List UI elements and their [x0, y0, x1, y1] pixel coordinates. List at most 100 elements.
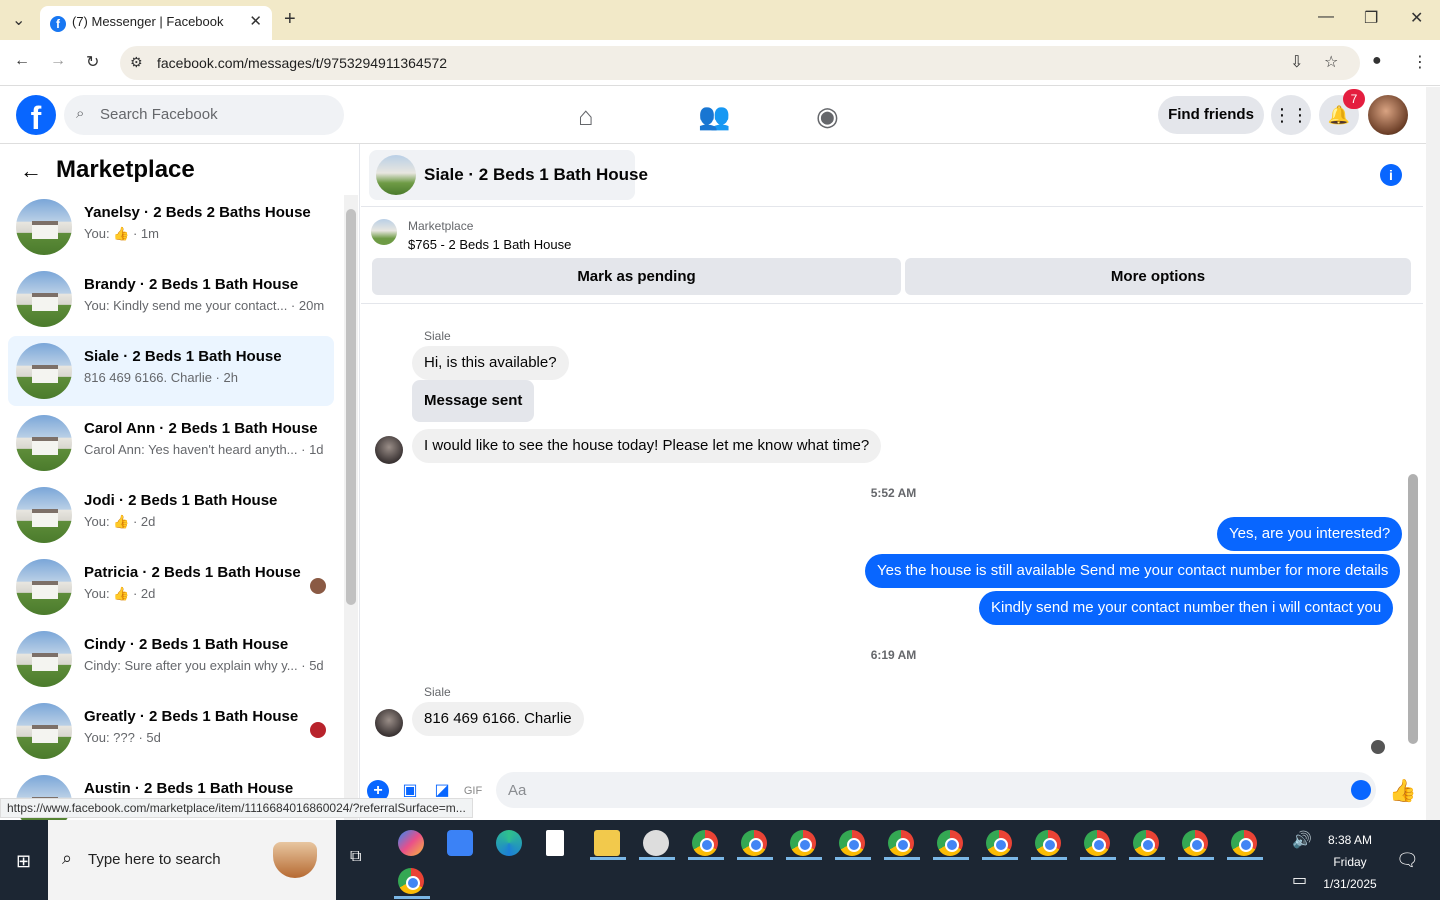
- forward-arrow-icon[interactable]: →: [50, 52, 66, 70]
- chrome-icon[interactable]: [1035, 830, 1061, 856]
- chrome-icon[interactable]: [839, 830, 865, 856]
- chat-scrollbar[interactable]: [1405, 310, 1421, 756]
- network-icon[interactable]: ▭: [1292, 870, 1307, 890]
- incoming-notice-message[interactable]: Message sent: [412, 380, 535, 422]
- conversation-preview: You: 👍 · 1m: [84, 226, 159, 241]
- facebook-logo-icon[interactable]: f: [16, 95, 56, 136]
- chrome-icon[interactable]: [692, 830, 718, 856]
- file-explorer-icon[interactable]: [594, 830, 620, 856]
- scrollbar-thumb[interactable]: [1408, 474, 1418, 744]
- scrollbar-thumb[interactable]: [346, 209, 356, 605]
- sender-avatar[interactable]: [375, 436, 403, 464]
- app-running-indicator: [590, 857, 626, 860]
- search-placeholder: Search Facebook: [100, 106, 218, 123]
- chat-header[interactable]: Siale · 2 Beds 1 Bath House: [369, 150, 648, 200]
- listing-title[interactable]: $765 - 2 Beds 1 Bath House: [408, 237, 571, 252]
- search-icon: ⌕: [76, 105, 85, 122]
- conversation-item[interactable]: Cindy · 2 Beds 1 Bath House Cindy: Sure …: [8, 624, 334, 694]
- windows-start-icon[interactable]: ⊞: [16, 851, 31, 872]
- sender-avatar[interactable]: [375, 709, 403, 737]
- conversation-item[interactable]: Greatly · 2 Beds 1 Bath House You: ??? ·…: [8, 696, 334, 766]
- close-tab-icon[interactable]: ✕: [249, 12, 262, 30]
- back-arrow-icon[interactable]: ←: [20, 158, 42, 184]
- minimize-icon[interactable]: —: [1318, 8, 1334, 26]
- chrome-icon[interactable]: [1231, 830, 1257, 856]
- url-text[interactable]: facebook.com/messages/t/9753294911364572: [157, 55, 447, 71]
- menu-grid-icon[interactable]: ⋮⋮: [1271, 95, 1311, 135]
- system-clock[interactable]: 8:38 AM Friday 1/31/2025: [1320, 829, 1380, 895]
- chrome-icon[interactable]: [1133, 830, 1159, 856]
- conversation-item[interactable]: Yanelsy · 2 Beds 2 Baths House You: 👍 · …: [8, 192, 334, 262]
- mark-as-pending-button[interactable]: Mark as pending: [372, 258, 901, 295]
- microsoft-store-icon[interactable]: [447, 830, 473, 856]
- back-arrow-icon[interactable]: ←: [14, 52, 30, 70]
- task-view-icon[interactable]: ⧉: [350, 848, 361, 866]
- clock-time: 8:38 AM: [1327, 833, 1373, 847]
- app-running-indicator: [394, 896, 430, 899]
- chrome-icon[interactable]: [741, 830, 767, 856]
- conversation-item-selected[interactable]: Siale · 2 Beds 1 Bath House 816 469 6166…: [8, 336, 334, 406]
- groups-icon[interactable]: ◉: [816, 101, 839, 132]
- timestamp: 5:52 AM: [870, 486, 917, 500]
- like-thumb-icon[interactable]: 👍: [1389, 778, 1416, 804]
- conversation-item[interactable]: Jodi · 2 Beds 1 Bath House You: 👍 · 2d: [8, 480, 334, 550]
- home-icon[interactable]: ⌂: [578, 101, 594, 132]
- find-friends-button[interactable]: Find friends: [1158, 96, 1264, 134]
- chrome-icon-active[interactable]: [1182, 830, 1208, 856]
- bookmark-star-icon[interactable]: ☆: [1324, 52, 1338, 72]
- chrome-menu-icon[interactable]: ⋮: [1412, 52, 1428, 72]
- tab-search-chevron-icon[interactable]: ⌄: [12, 10, 25, 30]
- outgoing-message[interactable]: Yes, are you interested?: [1217, 517, 1403, 551]
- notification-center-icon[interactable]: 🗨: [1396, 850, 1419, 871]
- app-running-indicator: [1080, 857, 1116, 860]
- clock-day: Friday: [1333, 855, 1367, 869]
- chrome-icon[interactable]: [937, 830, 963, 856]
- page-scrollbar[interactable]: [1426, 87, 1440, 820]
- browser-tab[interactable]: f (7) Messenger | Facebook ✕: [40, 6, 272, 40]
- edge-icon[interactable]: [496, 830, 522, 856]
- new-tab-plus-icon[interactable]: +: [284, 8, 296, 31]
- facebook-header: f ⌕ Search Facebook ⌂ 👥 ◉ Find friends ⋮…: [0, 87, 1426, 144]
- app-running-indicator: [1129, 857, 1165, 860]
- account-avatar[interactable]: [1368, 95, 1408, 135]
- emoji-icon[interactable]: [1351, 780, 1371, 800]
- copilot-icon[interactable]: [398, 830, 424, 856]
- window-close-icon[interactable]: ✕: [1410, 8, 1423, 28]
- conversation-item[interactable]: Carol Ann · 2 Beds 1 Bath House Carol An…: [8, 408, 334, 478]
- notepad-icon[interactable]: [546, 830, 564, 856]
- info-icon[interactable]: i: [1380, 164, 1402, 186]
- restore-icon[interactable]: ❐: [1364, 8, 1378, 28]
- listing-thumbnail[interactable]: [371, 219, 397, 245]
- taskbar-search[interactable]: ⌕ Type here to search: [48, 820, 336, 900]
- conversation-item[interactable]: Brandy · 2 Beds 1 Bath House You: Kindly…: [8, 264, 334, 334]
- message-input[interactable]: Aa: [496, 772, 1376, 808]
- conversation-name: Patricia · 2 Beds 1 Bath House: [84, 564, 301, 581]
- app-running-indicator: [639, 857, 675, 860]
- chrome-icon[interactable]: [1084, 830, 1110, 856]
- conversation-name: Brandy · 2 Beds 1 Bath House: [84, 276, 299, 293]
- clock-date: 1/31/2025: [1323, 877, 1377, 891]
- conversation-list-scrollbar[interactable]: [344, 195, 358, 820]
- reload-icon[interactable]: ↻: [86, 52, 99, 72]
- sender-name: Siale: [424, 329, 451, 343]
- app-running-indicator: [933, 857, 969, 860]
- outgoing-message[interactable]: Kindly send me your contact number then …: [979, 591, 1394, 625]
- chrome-icon[interactable]: [790, 830, 816, 856]
- install-app-icon[interactable]: ⇩: [1290, 52, 1303, 72]
- profile-icon[interactable]: ●: [1372, 52, 1382, 70]
- omnibox[interactable]: ⚙ facebook.com/messages/t/97532949113645…: [120, 46, 1360, 80]
- site-info-icon[interactable]: ⚙: [130, 54, 143, 71]
- volume-icon[interactable]: 🔊: [1292, 830, 1312, 850]
- conversation-item[interactable]: Patricia · 2 Beds 1 Bath House You: 👍 · …: [8, 552, 334, 622]
- chrome-icon[interactable]: [986, 830, 1012, 856]
- friends-icon[interactable]: 👥: [698, 101, 730, 132]
- paint-icon[interactable]: [643, 830, 669, 856]
- chrome-icon[interactable]: [398, 868, 424, 894]
- facebook-search[interactable]: ⌕ Search Facebook: [64, 95, 344, 135]
- incoming-message[interactable]: 816 469 6166. Charlie: [412, 702, 584, 736]
- incoming-message[interactable]: I would like to see the house today! Ple…: [412, 429, 882, 463]
- more-options-button[interactable]: More options: [905, 258, 1411, 295]
- incoming-message[interactable]: Hi, is this available?: [412, 346, 569, 380]
- outgoing-message[interactable]: Yes the house is still available Send me…: [865, 554, 1401, 588]
- chrome-icon[interactable]: [888, 830, 914, 856]
